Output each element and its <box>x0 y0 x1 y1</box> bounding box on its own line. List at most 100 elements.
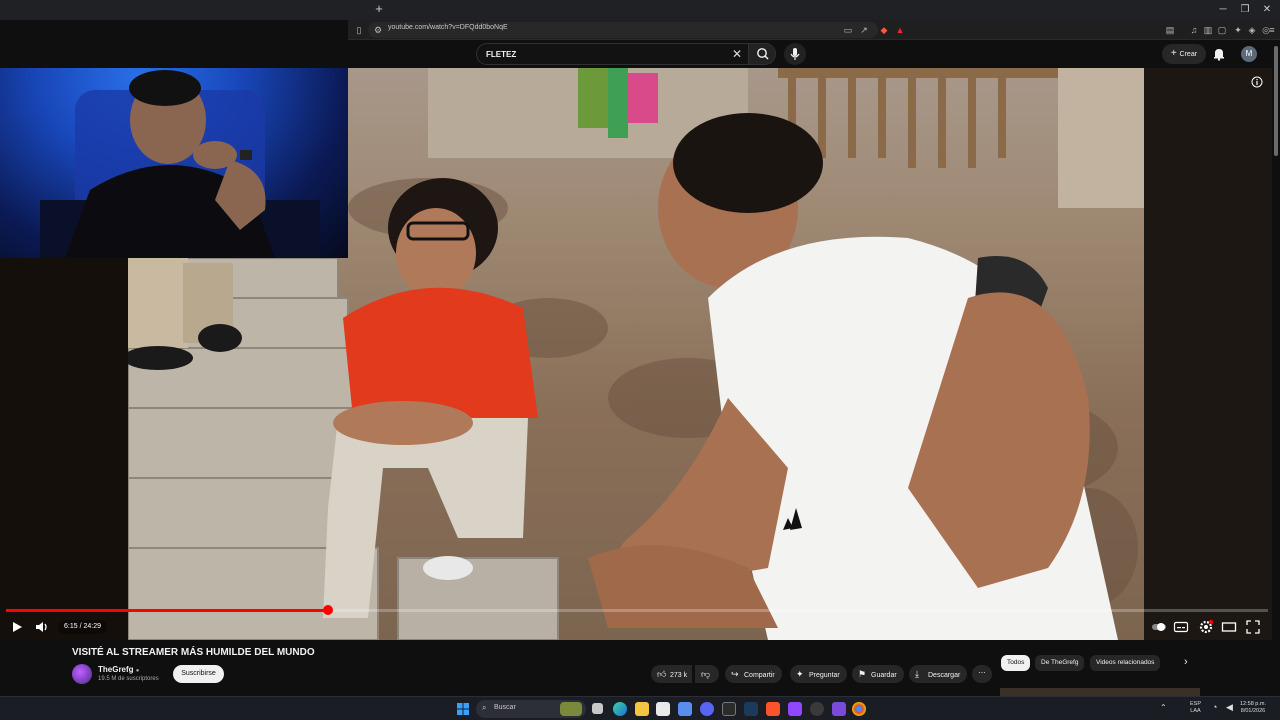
video-player[interactable]: 6:15 / 24:29 <box>0 68 1272 640</box>
extension-icon-1[interactable]: ♫ <box>1188 24 1200 36</box>
plus-icon: + <box>1170 48 1180 59</box>
photos-icon[interactable] <box>678 702 692 716</box>
download-icon: ⤓ <box>915 669 919 679</box>
video-letterbox-right <box>1144 68 1272 640</box>
tray-chevron-icon[interactable]: ⌃ <box>1160 703 1167 712</box>
more-actions-button[interactable]: ⋯ <box>972 665 992 683</box>
fullscreen-icon[interactable] <box>1244 618 1262 636</box>
webcam-overlay <box>0 68 348 258</box>
wallet-icon[interactable]: ◈ <box>1246 24 1258 36</box>
download-button[interactable]: ⤓ Descargar <box>909 665 968 683</box>
like-count: 273 k <box>670 672 688 679</box>
speaker-icon[interactable]: ◀ <box>1226 702 1233 713</box>
subscribe-button[interactable]: Suscribirse <box>173 665 224 683</box>
search-icon <box>757 48 769 60</box>
chip-all[interactable]: Todos <box>1001 655 1031 671</box>
taskbar-search[interactable]: ⌕ Buscar <box>476 700 586 718</box>
video-info-section: VISITÉ AL STREAMER MÁS HUMILDE DEL MUNDO… <box>0 640 1280 696</box>
create-label: Crear <box>1179 51 1198 58</box>
thumbs-down-icon: 👎︎ <box>701 669 711 679</box>
capture-app-icon[interactable] <box>832 702 846 716</box>
like-button[interactable]: 👍︎ 273 k <box>651 665 693 683</box>
progress-bar[interactable] <box>6 605 1268 615</box>
file-explorer-icon[interactable] <box>635 702 649 716</box>
site-info-icon[interactable]: ⚙ <box>372 24 384 36</box>
bookmark-save-icon: ⚑ <box>858 669 867 679</box>
channel-avatar[interactable] <box>72 664 92 684</box>
more-dots-icon: ⋯ <box>978 670 986 677</box>
maximize-button[interactable]: ❐ <box>1234 2 1256 18</box>
extension-icon-2[interactable]: ▥ <box>1202 24 1214 36</box>
sparkle-icon: ✦ <box>796 669 804 679</box>
chip-from-channel[interactable]: De TheGrefg <box>1035 655 1085 671</box>
youtube-masthead: FLETEZ ✕ + Crear M <box>348 40 1280 68</box>
autoplay-toggle-icon[interactable] <box>1150 618 1168 636</box>
clock-time: 12:58 p.m. <box>1240 701 1266 707</box>
theater-mode-icon[interactable] <box>1220 618 1238 636</box>
share-page-icon[interactable]: ↗ <box>858 24 870 36</box>
chip-related[interactable]: Videos relacionados <box>1090 655 1161 671</box>
windows-start-icon[interactable] <box>456 702 470 716</box>
brave-browser-icon[interactable] <box>766 702 780 716</box>
clock[interactable]: 12:58 p.m. 8/01/2026 <box>1240 701 1266 715</box>
clear-search-icon[interactable]: ✕ <box>732 47 742 61</box>
sidebar-toggle-icon[interactable]: ▤ <box>1164 24 1176 36</box>
channel-name[interactable]: TheGrefg ● <box>98 665 139 674</box>
taskbar-search-icon: ⌕ <box>482 703 487 712</box>
extensions-puzzle-icon[interactable]: ✦ <box>1232 24 1244 36</box>
share-icon: ↪ <box>731 669 739 679</box>
bookmark-icon[interactable]: ▯ <box>353 24 365 36</box>
save-label: Guardar <box>871 672 897 679</box>
page-scrollbar[interactable] <box>1272 40 1280 696</box>
progress-played <box>6 609 328 612</box>
ask-label: Preguntar <box>809 672 840 679</box>
brave-shields-icon[interactable]: ◆ <box>878 24 890 36</box>
task-view-icon[interactable] <box>592 703 603 714</box>
player-controls: 6:15 / 24:29 <box>0 614 1272 640</box>
info-icon[interactable] <box>1251 76 1263 88</box>
create-button[interactable]: + Crear <box>1162 44 1206 64</box>
share-label: Compartir <box>744 672 775 679</box>
volume-icon[interactable] <box>33 618 51 636</box>
close-window-button[interactable]: ✕ <box>1256 2 1278 18</box>
subscriber-count: 19.5 M de suscriptores <box>98 676 159 682</box>
rewards-icon[interactable]: ▲ <box>894 24 906 36</box>
share-button[interactable]: ↪ Compartir <box>725 665 782 683</box>
ask-button[interactable]: ✦ Preguntar <box>790 665 847 683</box>
channel-name-text[interactable]: TheGrefg <box>98 665 134 674</box>
voice-search-button[interactable] <box>784 43 806 65</box>
dislike-button[interactable]: 👎︎ <box>695 665 719 683</box>
search-query-text[interactable]: FLETEZ <box>486 50 516 59</box>
search-input[interactable]: FLETEZ ✕ <box>476 43 748 65</box>
chrome-icon[interactable] <box>852 702 866 716</box>
chips-next-icon[interactable]: › <box>1184 656 1188 668</box>
play-icon[interactable] <box>8 618 26 636</box>
language-bottom: LAA <box>1190 708 1201 714</box>
url-text[interactable]: youtube.com/watch?v=DFQdd0boNqE <box>388 24 508 31</box>
steam-icon[interactable] <box>744 702 758 716</box>
notifications-button[interactable] <box>1212 47 1226 61</box>
save-button[interactable]: ⚑ Guardar <box>852 665 904 683</box>
webcam-streamer-illustration <box>40 70 320 258</box>
edge-icon[interactable] <box>613 702 627 716</box>
video-title: VISITÉ AL STREAMER MÁS HUMILDE DEL MUNDO <box>72 647 315 658</box>
language-indicator[interactable]: ESP LAA <box>1190 701 1201 715</box>
obs-icon[interactable] <box>810 702 824 716</box>
scrollbar-thumb[interactable] <box>1274 46 1278 156</box>
wifi-icon[interactable]: ◔ <box>1212 702 1217 712</box>
minimize-button[interactable]: ─ <box>1212 2 1234 18</box>
account-avatar[interactable]: M <box>1241 46 1257 62</box>
language-top: ESP <box>1190 701 1202 707</box>
new-tab-button[interactable]: + <box>372 2 386 16</box>
app-icon[interactable] <box>722 702 736 716</box>
cast-icon[interactable]: ▭ <box>842 24 854 36</box>
extension-icon-3[interactable]: ▢ <box>1216 24 1228 36</box>
subtitles-icon[interactable] <box>1172 618 1190 636</box>
store-icon[interactable] <box>656 702 670 716</box>
settings-gear-icon[interactable] <box>1197 618 1215 636</box>
menu-icon[interactable]: ≡ <box>1266 24 1278 36</box>
search-button[interactable] <box>748 43 776 65</box>
discord-icon[interactable] <box>700 702 714 716</box>
twitch-icon[interactable] <box>788 702 802 716</box>
related-video-thumbnail[interactable] <box>1000 688 1200 696</box>
